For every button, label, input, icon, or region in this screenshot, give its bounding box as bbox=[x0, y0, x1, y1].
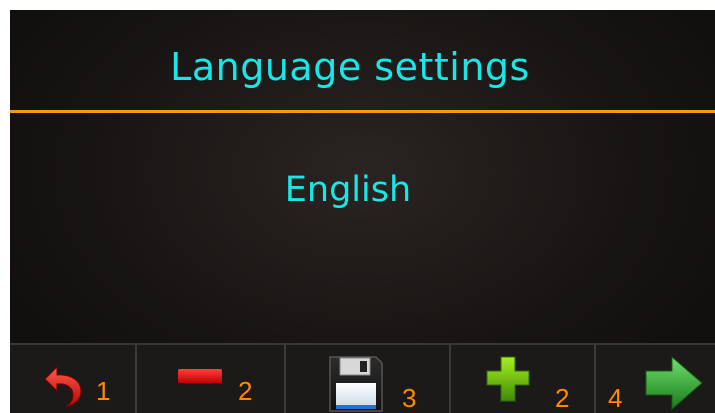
undo-arrow-icon bbox=[44, 365, 82, 408]
increase-key-number: 2 bbox=[555, 383, 570, 413]
decrease-key-number: 2 bbox=[238, 376, 253, 406]
plus-icon bbox=[486, 356, 530, 402]
right-arrow-icon bbox=[645, 355, 703, 411]
save-key-number: 3 bbox=[402, 383, 417, 413]
increase-button[interactable]: 2 bbox=[451, 345, 596, 413]
next-key-number: 4 bbox=[608, 383, 623, 413]
minus-icon bbox=[178, 369, 222, 383]
back-button[interactable]: 1 bbox=[10, 345, 137, 413]
decrease-button[interactable]: 2 bbox=[137, 345, 286, 413]
header-divider bbox=[10, 110, 715, 113]
floppy-disk-icon bbox=[329, 356, 383, 412]
language-settings-screen: Language settings English 1 2 3 2 4 bbox=[10, 10, 715, 413]
page-title: Language settings bbox=[170, 45, 530, 89]
current-language-value: English bbox=[284, 170, 412, 210]
next-button[interactable]: 4 bbox=[596, 345, 715, 413]
back-key-number: 1 bbox=[96, 376, 111, 406]
bottom-toolbar: 1 2 3 2 4 bbox=[10, 343, 715, 413]
save-button[interactable]: 3 bbox=[286, 345, 451, 413]
